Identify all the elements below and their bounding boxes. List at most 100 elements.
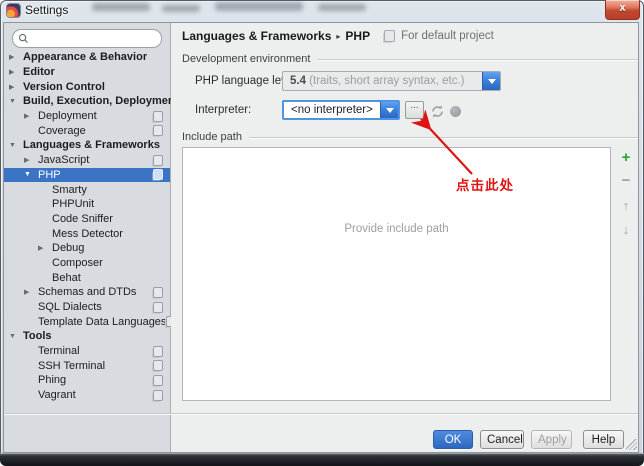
sidebar-item-editor[interactable]: ▶ Editor — [4, 65, 170, 80]
cancel-button[interactable]: Cancel — [480, 430, 524, 449]
chevron-collapsed-icon[interactable]: ▶ — [9, 53, 23, 61]
breadcrumb-page: PHP — [345, 29, 371, 43]
aero-glass-streak — [162, 5, 200, 12]
move-up-button[interactable]: ↑ — [616, 195, 636, 219]
sidebar-item-behat[interactable]: Behat — [4, 270, 170, 285]
group-divider — [248, 136, 638, 138]
help-button[interactable]: Help — [583, 430, 624, 449]
chevron-collapsed-icon[interactable]: ▶ — [9, 83, 23, 91]
shared-settings-icon — [153, 110, 163, 122]
sidebar-item-code-sniffer[interactable]: Code Sniffer — [4, 212, 170, 227]
arrow-down-icon: ↓ — [622, 222, 630, 237]
remove-button[interactable]: − — [616, 171, 636, 195]
sidebar-item-mess-detector[interactable]: Mess Detector — [4, 226, 170, 241]
sidebar-item-php[interactable]: ▼ PHP — [4, 167, 170, 183]
sidebar-item-label: Template Data Languages — [38, 315, 167, 328]
php-level-dropdown-button[interactable] — [482, 72, 500, 90]
sidebar-item-label: Build, Execution, Deployment — [23, 95, 179, 108]
reload-interpreters-icon[interactable] — [430, 104, 445, 119]
close-button[interactable]: x — [605, 0, 640, 20]
chevron-collapsed-icon[interactable]: ▶ — [9, 68, 23, 76]
breadcrumb-separator-icon: ▸ — [336, 31, 341, 41]
chevron-collapsed-icon[interactable]: ▶ — [24, 288, 38, 296]
sidebar-item-sql-dialects[interactable]: SQL Dialects — [4, 300, 170, 315]
chevron-down-icon — [385, 107, 394, 113]
window-bottom-frame — [0, 453, 644, 466]
sidebar-item-version-control[interactable]: ▶ Version Control — [4, 79, 170, 94]
sidebar-item-label: Debug — [52, 242, 85, 255]
chevron-collapsed-icon[interactable]: ▶ — [38, 244, 52, 252]
sidebar-item-ssh-terminal[interactable]: SSH Terminal — [4, 358, 170, 373]
search-input[interactable] — [12, 29, 162, 48]
breadcrumb: Languages & Frameworks ▸ PHP For default… — [182, 29, 494, 43]
sidebar-item-label: Appearance & Behavior — [23, 51, 148, 64]
sidebar-item-tools[interactable]: ▼ Tools — [4, 329, 170, 344]
aero-glass-streak — [215, 2, 303, 11]
sidebar-item-label: Phing — [38, 374, 67, 387]
php-level-select[interactable]: 5.4 (traits, short array syntax, etc.) — [282, 71, 501, 91]
resize-grip[interactable] — [626, 439, 637, 450]
search-icon — [18, 33, 28, 43]
sidebar-item-label: Coverage — [38, 124, 86, 137]
sidebar-item-label: Deployment — [38, 110, 97, 123]
settings-tree: ▶ Appearance & Behavior ▶ Editor ▶ Version Co… — [4, 50, 178, 403]
sidebar-item-deployment[interactable]: ▶ Deployment — [4, 109, 170, 124]
dialog-content: ▶ Appearance & Behavior ▶ Editor ▶ Version Co… — [3, 22, 639, 453]
interpreter-label: Interpreter: — [195, 104, 252, 116]
add-button[interactable]: + — [616, 147, 636, 171]
sidebar-item-build-execution-deployment[interactable]: ▼ Build, Execution, Deployment — [4, 94, 178, 109]
sidebar-item-terminal[interactable]: Terminal — [4, 344, 170, 359]
include-path-empty-text: Provide include path — [344, 223, 449, 235]
sidebar-item-label: Code Sniffer — [52, 212, 113, 225]
aero-glass-streak — [92, 3, 150, 11]
sidebar-item-debug[interactable]: ▶ Debug — [4, 241, 170, 256]
sidebar-item-javascript[interactable]: ▶ JavaScript — [4, 153, 170, 168]
chevron-expanded-icon[interactable]: ▼ — [9, 98, 23, 105]
sidebar-item-vagrant[interactable]: Vagrant — [4, 388, 170, 403]
interpreter-value: <no interpreter> — [291, 104, 373, 116]
shared-settings-icon — [153, 169, 163, 181]
sidebar-item-label: Tools — [23, 330, 52, 343]
shared-settings-icon — [153, 389, 163, 401]
apply-button[interactable]: Apply — [531, 430, 572, 449]
title-bar[interactable]: Settings x — [0, 0, 644, 22]
sidebar-item-label: JavaScript — [38, 154, 90, 167]
php-settings-panel: Languages & Frameworks ▸ PHP For default… — [4, 23, 638, 452]
ok-button[interactable]: OK — [433, 430, 473, 449]
sidebar-item-label: Version Control — [23, 80, 105, 93]
sidebar-item-label: PHP — [38, 168, 61, 181]
shared-settings-icon — [153, 360, 163, 372]
breadcrumb-section[interactable]: Languages & Frameworks — [182, 29, 331, 43]
dev-env-group-label: Development environment — [182, 53, 311, 65]
include-path-group: Include path — [182, 131, 638, 143]
chevron-expanded-icon[interactable]: ▼ — [24, 171, 38, 178]
sidebar-item-phing[interactable]: Phing — [4, 373, 170, 388]
sidebar-item-label: PHPUnit — [52, 198, 95, 211]
chevron-collapsed-icon[interactable]: ▶ — [24, 112, 38, 120]
phpstorm-app-icon — [7, 4, 20, 17]
php-level-value: 5.4 — [290, 75, 306, 87]
shared-settings-icon — [153, 154, 163, 166]
sidebar-item-phpunit[interactable]: PHPUnit — [4, 197, 170, 212]
sidebar-item-composer[interactable]: Composer — [4, 256, 170, 271]
sidebar-item-schemas-and-dtds[interactable]: ▶ Schemas and DTDs — [4, 285, 170, 300]
sidebar-item-label: Languages & Frameworks — [23, 139, 160, 152]
include-path-list[interactable] — [182, 147, 611, 401]
interpreter-browse-button[interactable]: ... — [405, 101, 424, 119]
sidebar-item-template-data-languages[interactable]: Template Data Languages — [4, 314, 177, 329]
interpreter-dropdown-button[interactable] — [380, 102, 398, 118]
sidebar-item-appearance-behavior[interactable]: ▶ Appearance & Behavior — [4, 50, 170, 65]
sidebar-item-smarty[interactable]: Smarty — [4, 182, 170, 197]
dev-env-group: Development environment — [182, 53, 638, 65]
chevron-expanded-icon[interactable]: ▼ — [9, 142, 23, 149]
interpreter-select[interactable]: <no interpreter> — [282, 100, 400, 120]
move-down-button[interactable]: ↓ — [616, 219, 636, 243]
chevron-expanded-icon[interactable]: ▼ — [9, 333, 23, 340]
sidebar-item-label: Schemas and DTDs — [38, 286, 137, 299]
aero-glass-streak — [318, 4, 366, 11]
chevron-collapsed-icon[interactable]: ▶ — [24, 156, 38, 164]
window-title: Settings — [25, 3, 69, 17]
sidebar-item-languages-frameworks[interactable]: ▼ Languages & Frameworks — [4, 138, 170, 153]
php-level-note: (traits, short array syntax, etc.) — [306, 75, 465, 87]
sidebar-item-coverage[interactable]: Coverage — [4, 123, 170, 138]
